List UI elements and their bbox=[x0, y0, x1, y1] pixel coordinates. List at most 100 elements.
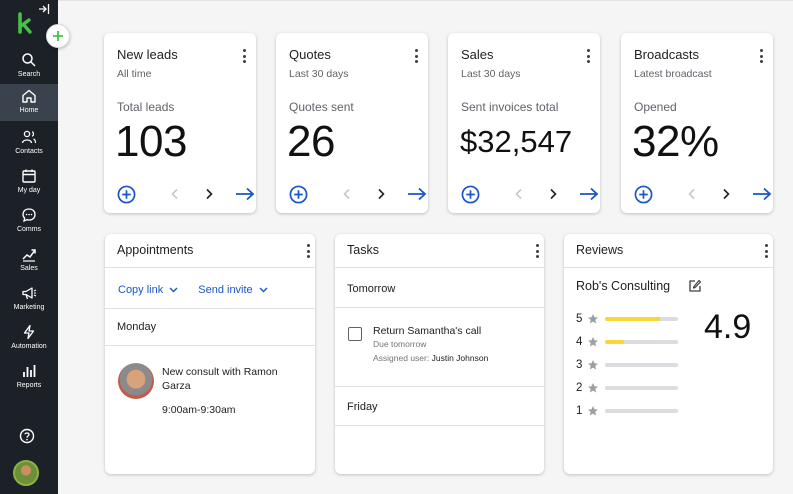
chevron-down-icon bbox=[169, 287, 178, 293]
card-title: New leads bbox=[117, 47, 178, 62]
tasks-card: Tasks Tomorrow Return Samantha's call Du… bbox=[335, 234, 544, 474]
divider bbox=[335, 307, 544, 308]
add-button[interactable] bbox=[289, 184, 308, 204]
arrow-right-icon bbox=[408, 187, 427, 201]
metric-label: Quotes sent bbox=[289, 100, 354, 114]
previous-button[interactable] bbox=[342, 184, 352, 204]
more-options-icon[interactable] bbox=[759, 49, 763, 63]
keap-logo-icon[interactable] bbox=[16, 12, 36, 34]
task-assignee: Assigned user: Justin Johnson bbox=[373, 353, 488, 363]
send-invite-button[interactable]: Send invite bbox=[198, 284, 268, 296]
chevron-left-icon bbox=[171, 188, 178, 200]
metric-value: $32,547 bbox=[460, 124, 573, 159]
sidebar-item-label: Search bbox=[17, 71, 41, 78]
plus-circle-icon bbox=[117, 185, 136, 203]
next-button[interactable] bbox=[721, 184, 731, 204]
rating-bar bbox=[605, 409, 678, 413]
task-checkbox[interactable] bbox=[348, 327, 362, 341]
sidebar-item-label: Sales bbox=[20, 265, 38, 272]
user-avatar[interactable] bbox=[13, 460, 39, 486]
star-icon bbox=[588, 337, 598, 347]
rating-stars-number: 5 bbox=[576, 313, 583, 325]
sidebar-item-marketing[interactable]: Marketing bbox=[0, 281, 58, 317]
collapse-sidebar-icon[interactable] bbox=[38, 3, 50, 15]
task-title[interactable]: Return Samantha's call bbox=[373, 325, 481, 337]
rating-stars-number: 1 bbox=[576, 405, 583, 417]
card-subtitle: Last 30 days bbox=[289, 68, 349, 80]
copy-link-button[interactable]: Copy link bbox=[118, 284, 178, 296]
appointment-time: 9:00am-9:30am bbox=[162, 404, 236, 416]
help-icon[interactable] bbox=[19, 428, 35, 444]
arrow-right-icon bbox=[236, 187, 255, 201]
more-options-icon[interactable] bbox=[306, 244, 310, 258]
more-options-icon[interactable] bbox=[414, 49, 418, 63]
sidebar-item-automation[interactable]: Automation bbox=[0, 320, 58, 356]
quick-add-button[interactable] bbox=[46, 24, 70, 48]
metric-value: 32% bbox=[632, 117, 719, 166]
previous-button[interactable] bbox=[514, 184, 524, 204]
card-title: Broadcasts bbox=[634, 47, 700, 62]
rating-bar bbox=[605, 340, 678, 344]
more-options-icon[interactable] bbox=[535, 244, 539, 258]
rating-stars-number: 3 bbox=[576, 359, 583, 371]
next-button[interactable] bbox=[376, 184, 386, 204]
search-icon bbox=[22, 53, 36, 67]
business-name: Rob's Consulting bbox=[576, 279, 671, 293]
add-button[interactable] bbox=[117, 184, 136, 204]
arrow-right-icon bbox=[580, 187, 599, 201]
add-button[interactable] bbox=[634, 184, 653, 204]
metric-value: 103 bbox=[115, 117, 187, 166]
card-title: Reviews bbox=[576, 243, 624, 257]
rating-bar bbox=[605, 386, 678, 390]
go-to-button[interactable] bbox=[407, 184, 427, 204]
appointment-links: Copy link Send invite bbox=[118, 284, 268, 296]
chevron-left-icon bbox=[515, 188, 522, 200]
go-to-button[interactable] bbox=[579, 184, 599, 204]
chevron-right-icon bbox=[378, 188, 385, 200]
contact-avatar bbox=[118, 363, 154, 399]
sidebar-item-label: Home bbox=[19, 107, 39, 114]
sidebar-item-sales[interactable]: Sales bbox=[0, 242, 58, 278]
rating-row-4: 4 bbox=[576, 335, 678, 349]
next-button[interactable] bbox=[204, 184, 214, 204]
sidebar-item-search[interactable]: Search bbox=[0, 48, 58, 84]
calendar-icon bbox=[22, 169, 36, 183]
rating-row-1: 1 bbox=[576, 404, 678, 418]
sidebar-item-my-day[interactable]: My day bbox=[0, 164, 58, 200]
plus-circle-icon bbox=[634, 185, 653, 203]
sidebar-item-label: Comms bbox=[16, 226, 42, 233]
divider bbox=[105, 345, 315, 346]
rating-bar bbox=[605, 317, 678, 321]
previous-button[interactable] bbox=[170, 184, 180, 204]
task-due: Due tomorrow bbox=[373, 339, 427, 349]
more-options-icon[interactable] bbox=[242, 49, 246, 63]
home-icon bbox=[22, 89, 36, 103]
contacts-icon bbox=[21, 130, 37, 144]
sidebar-item-home[interactable]: Home bbox=[0, 84, 58, 121]
appointment-title[interactable]: New consult with Ramon Garza bbox=[162, 366, 302, 393]
card-title: Tasks bbox=[347, 243, 379, 257]
sidebar-item-reports[interactable]: Reports bbox=[0, 359, 58, 395]
sales-icon bbox=[22, 249, 36, 262]
rating-bar-fill bbox=[605, 317, 660, 321]
sidebar-item-contacts[interactable]: Contacts bbox=[0, 125, 58, 161]
metric-label: Total leads bbox=[117, 100, 175, 114]
broadcasts-card: Broadcasts Latest broadcast Opened 32% bbox=[621, 33, 773, 213]
add-button[interactable] bbox=[461, 184, 480, 204]
go-to-button[interactable] bbox=[235, 184, 255, 204]
next-button[interactable] bbox=[548, 184, 558, 204]
edit-icon[interactable] bbox=[688, 279, 702, 293]
divider bbox=[105, 308, 315, 309]
go-to-button[interactable] bbox=[752, 184, 772, 204]
send-invite-label: Send invite bbox=[198, 284, 253, 296]
more-options-icon[interactable] bbox=[764, 244, 768, 258]
new-leads-card: New leads All time Total leads 103 bbox=[104, 33, 256, 213]
more-options-icon[interactable] bbox=[586, 49, 590, 63]
megaphone-icon bbox=[22, 287, 37, 300]
section-heading: Friday bbox=[347, 401, 378, 413]
appointments-card: Appointments Copy link Send invite Monda… bbox=[105, 234, 315, 474]
previous-button[interactable] bbox=[687, 184, 697, 204]
sidebar-item-label: Marketing bbox=[13, 304, 45, 311]
sidebar-item-comms[interactable]: Comms bbox=[0, 203, 58, 239]
chevron-left-icon bbox=[688, 188, 695, 200]
